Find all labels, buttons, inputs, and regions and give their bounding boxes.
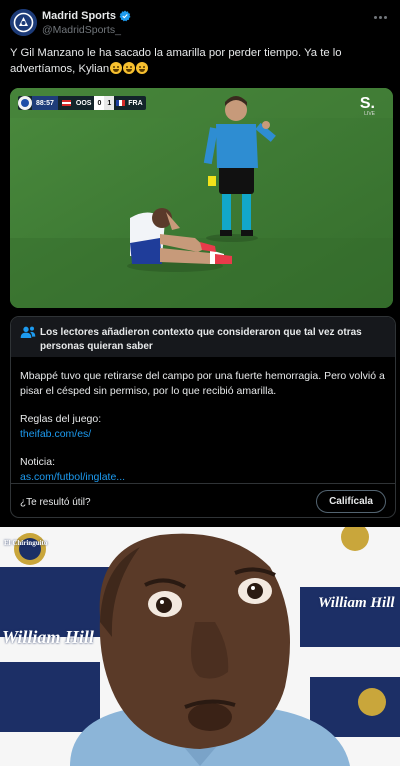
austria-flag-icon [61, 100, 71, 106]
upside-down-face-emoji-icon [136, 62, 149, 74]
tweet-text: Y Gil Manzano le ha sacado la amarilla p… [10, 45, 388, 77]
france-flag-icon [116, 100, 126, 106]
news-label: Noticia: [20, 456, 56, 468]
news-link[interactable]: as.com/futbol/inglate... [20, 470, 390, 485]
handle[interactable]: @MadridSports_ [42, 24, 121, 36]
home-score: 0 [94, 96, 105, 110]
sponsor-banner: William Hill [318, 595, 395, 611]
reaction-image: William Hill William Hill El Chiringuito [0, 527, 400, 766]
away-score: 1 [104, 96, 115, 110]
rules-source: Reglas del juego: theifab.com/es/ [20, 412, 390, 441]
upside-down-face-emoji-icon [123, 62, 136, 74]
broadcaster-logo: S. [359, 95, 375, 112]
community-note-text: Mbappé tuvo que retirarse del campo por … [20, 370, 385, 397]
show-badge: El Chiringuito [4, 539, 48, 547]
scoreboard: 88:57 OOS 0 1 FRA [18, 96, 146, 110]
name-row: Madrid Sports [42, 10, 131, 22]
community-note: Los lectores añadieron contexto que cons… [10, 316, 396, 518]
divider [11, 483, 395, 484]
rules-label: Reglas del juego: [20, 413, 102, 425]
news-source: Noticia: as.com/futbol/inglate... [20, 455, 390, 484]
home-team: OOS [75, 99, 92, 107]
avatar[interactable] [10, 9, 37, 36]
madrid-sports-logo-icon [10, 9, 37, 36]
euro-logo-icon [18, 96, 32, 110]
more-options-icon[interactable] [374, 11, 390, 23]
verified-badge-icon [119, 10, 131, 22]
community-note-title: Los lectores añadieron contexto que cons… [40, 327, 362, 352]
rules-link[interactable]: theifab.com/es/ [20, 427, 390, 442]
broadcaster-sub: LIVE [364, 111, 375, 117]
community-note-body: Mbappé tuvo que retirarse del campo por … [20, 369, 390, 498]
away-team: FRA [128, 99, 143, 107]
display-name[interactable]: Madrid Sports [42, 10, 116, 22]
tweet-text-content: Y Gil Manzano le ha sacado la amarilla p… [10, 47, 342, 75]
tweet-card[interactable]: Madrid Sports @MadridSports_ Y Gil Manza… [0, 0, 400, 527]
community-note-header: Los lectores añadieron contexto que cons… [11, 317, 395, 357]
people-icon [20, 326, 36, 338]
rate-it-button[interactable]: Califícala [316, 490, 386, 513]
upside-down-face-emoji-icon [110, 62, 123, 74]
tweet-header: Madrid Sports @MadridSports_ [10, 9, 390, 37]
sponsor-banner-left: William Hill [2, 627, 94, 647]
match-time: 88:57 [32, 96, 58, 110]
tweet-media-photo[interactable]: 88:57 OOS 0 1 FRA S. LIVE [10, 88, 393, 308]
football-pitch-photo [10, 88, 393, 308]
helpful-question: ¿Te resultó útil? [20, 497, 91, 508]
